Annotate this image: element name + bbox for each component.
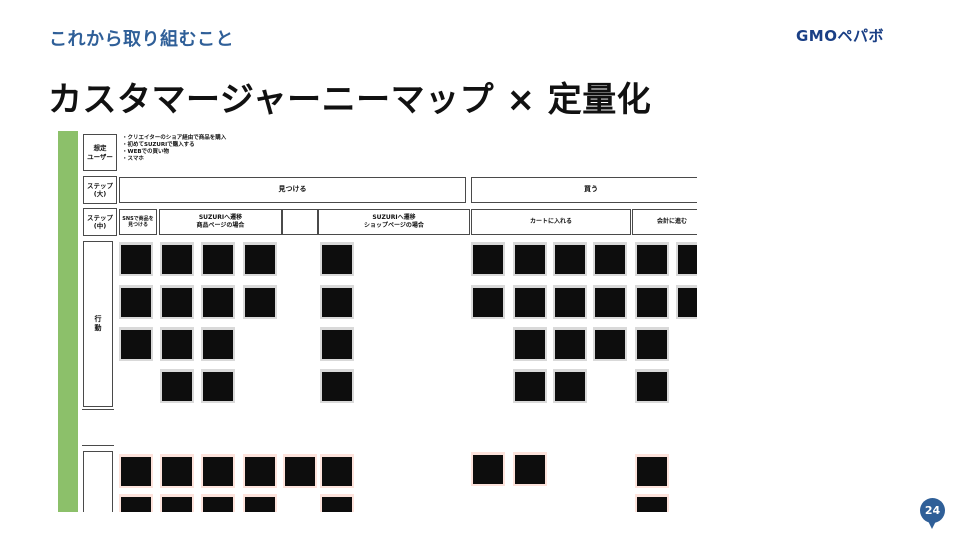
metric-card [320, 494, 354, 512]
phase-buy: 買う [471, 177, 697, 203]
action-card [201, 285, 235, 319]
step-product-page: SUZURIへ遷移 商品ページの場合 [159, 209, 282, 235]
metric-card [160, 494, 194, 512]
action-card [243, 242, 277, 276]
metric-card [635, 494, 669, 512]
action-card [320, 242, 354, 276]
persona-row-header: 想定 ユーザー [83, 134, 117, 171]
action-card [201, 369, 235, 403]
persona-list: ・クリエイターのショア経由で商品を購入 ・初めてSUZURIで購入する ・WEB… [122, 135, 226, 163]
action-card [676, 285, 697, 319]
metric-card [320, 454, 354, 488]
action-row-header: 行 動 [83, 241, 113, 407]
action-card [119, 242, 153, 276]
step-sns-find: SNSで商品を 見つける [119, 209, 157, 235]
action-card [320, 369, 354, 403]
action-card [119, 327, 153, 361]
divider-line [82, 445, 114, 446]
action-card [635, 242, 669, 276]
step-add-cart: カートに入れる [471, 209, 631, 235]
persona-item: ・スマホ [122, 156, 144, 162]
persona-item: ・WEBでの買い物 [122, 149, 170, 155]
page-number-badge: 24 [920, 498, 945, 529]
action-card [119, 285, 153, 319]
metric-card [201, 454, 235, 488]
step-mid-row-header: ステップ (中) [83, 208, 117, 236]
metric-card [635, 454, 669, 488]
action-card [593, 327, 627, 361]
slide-title: カスタマージャーニーマップ × 定量化 [48, 80, 652, 120]
metric-card [513, 452, 547, 486]
metric-card [243, 454, 277, 488]
action-card [201, 242, 235, 276]
action-card [593, 242, 627, 276]
action-card [553, 327, 587, 361]
action-card [471, 285, 505, 319]
action-card [201, 327, 235, 361]
company-logo: GMOペパボ [796, 25, 884, 45]
step-large-row-header: ステップ (大) [83, 176, 117, 204]
action-card [513, 242, 547, 276]
action-card [676, 242, 697, 276]
action-card [635, 327, 669, 361]
action-card [513, 327, 547, 361]
action-card [635, 369, 669, 403]
metrics-row-header [83, 451, 113, 512]
persona-item: ・クリエイターのショア経由で商品を購入 [122, 135, 227, 141]
divider-line [82, 409, 114, 410]
action-card [243, 285, 277, 319]
step-checkout: 会計に進む [632, 209, 697, 235]
persona-item: ・初めてSUZURIで購入する [122, 142, 195, 148]
section-label: これから取り組むこと [49, 29, 234, 50]
metric-card [119, 494, 153, 512]
metric-card [201, 494, 235, 512]
metric-card [471, 452, 505, 486]
metric-card [160, 454, 194, 488]
metric-card [119, 454, 153, 488]
action-card [320, 327, 354, 361]
action-card [593, 285, 627, 319]
metric-card [283, 454, 317, 488]
green-side-bar [58, 131, 78, 512]
action-card [635, 285, 669, 319]
action-card [553, 369, 587, 403]
metric-card [243, 494, 277, 512]
action-card [160, 242, 194, 276]
action-card [471, 242, 505, 276]
step-shop-page: SUZURIへ遷移 ショップページの場合 [318, 209, 470, 235]
action-card [513, 285, 547, 319]
action-card [160, 369, 194, 403]
action-card [513, 369, 547, 403]
action-card [160, 285, 194, 319]
journey-map: 想定 ユーザー ・クリエイターのショア経由で商品を購入 ・初めてSUZURIで購… [58, 131, 697, 512]
action-card [553, 242, 587, 276]
step-blank [282, 209, 318, 235]
action-card [553, 285, 587, 319]
logo-text: GMOペパボ [796, 26, 884, 45]
phase-find: 見つける [119, 177, 466, 203]
action-card [320, 285, 354, 319]
action-card [160, 327, 194, 361]
